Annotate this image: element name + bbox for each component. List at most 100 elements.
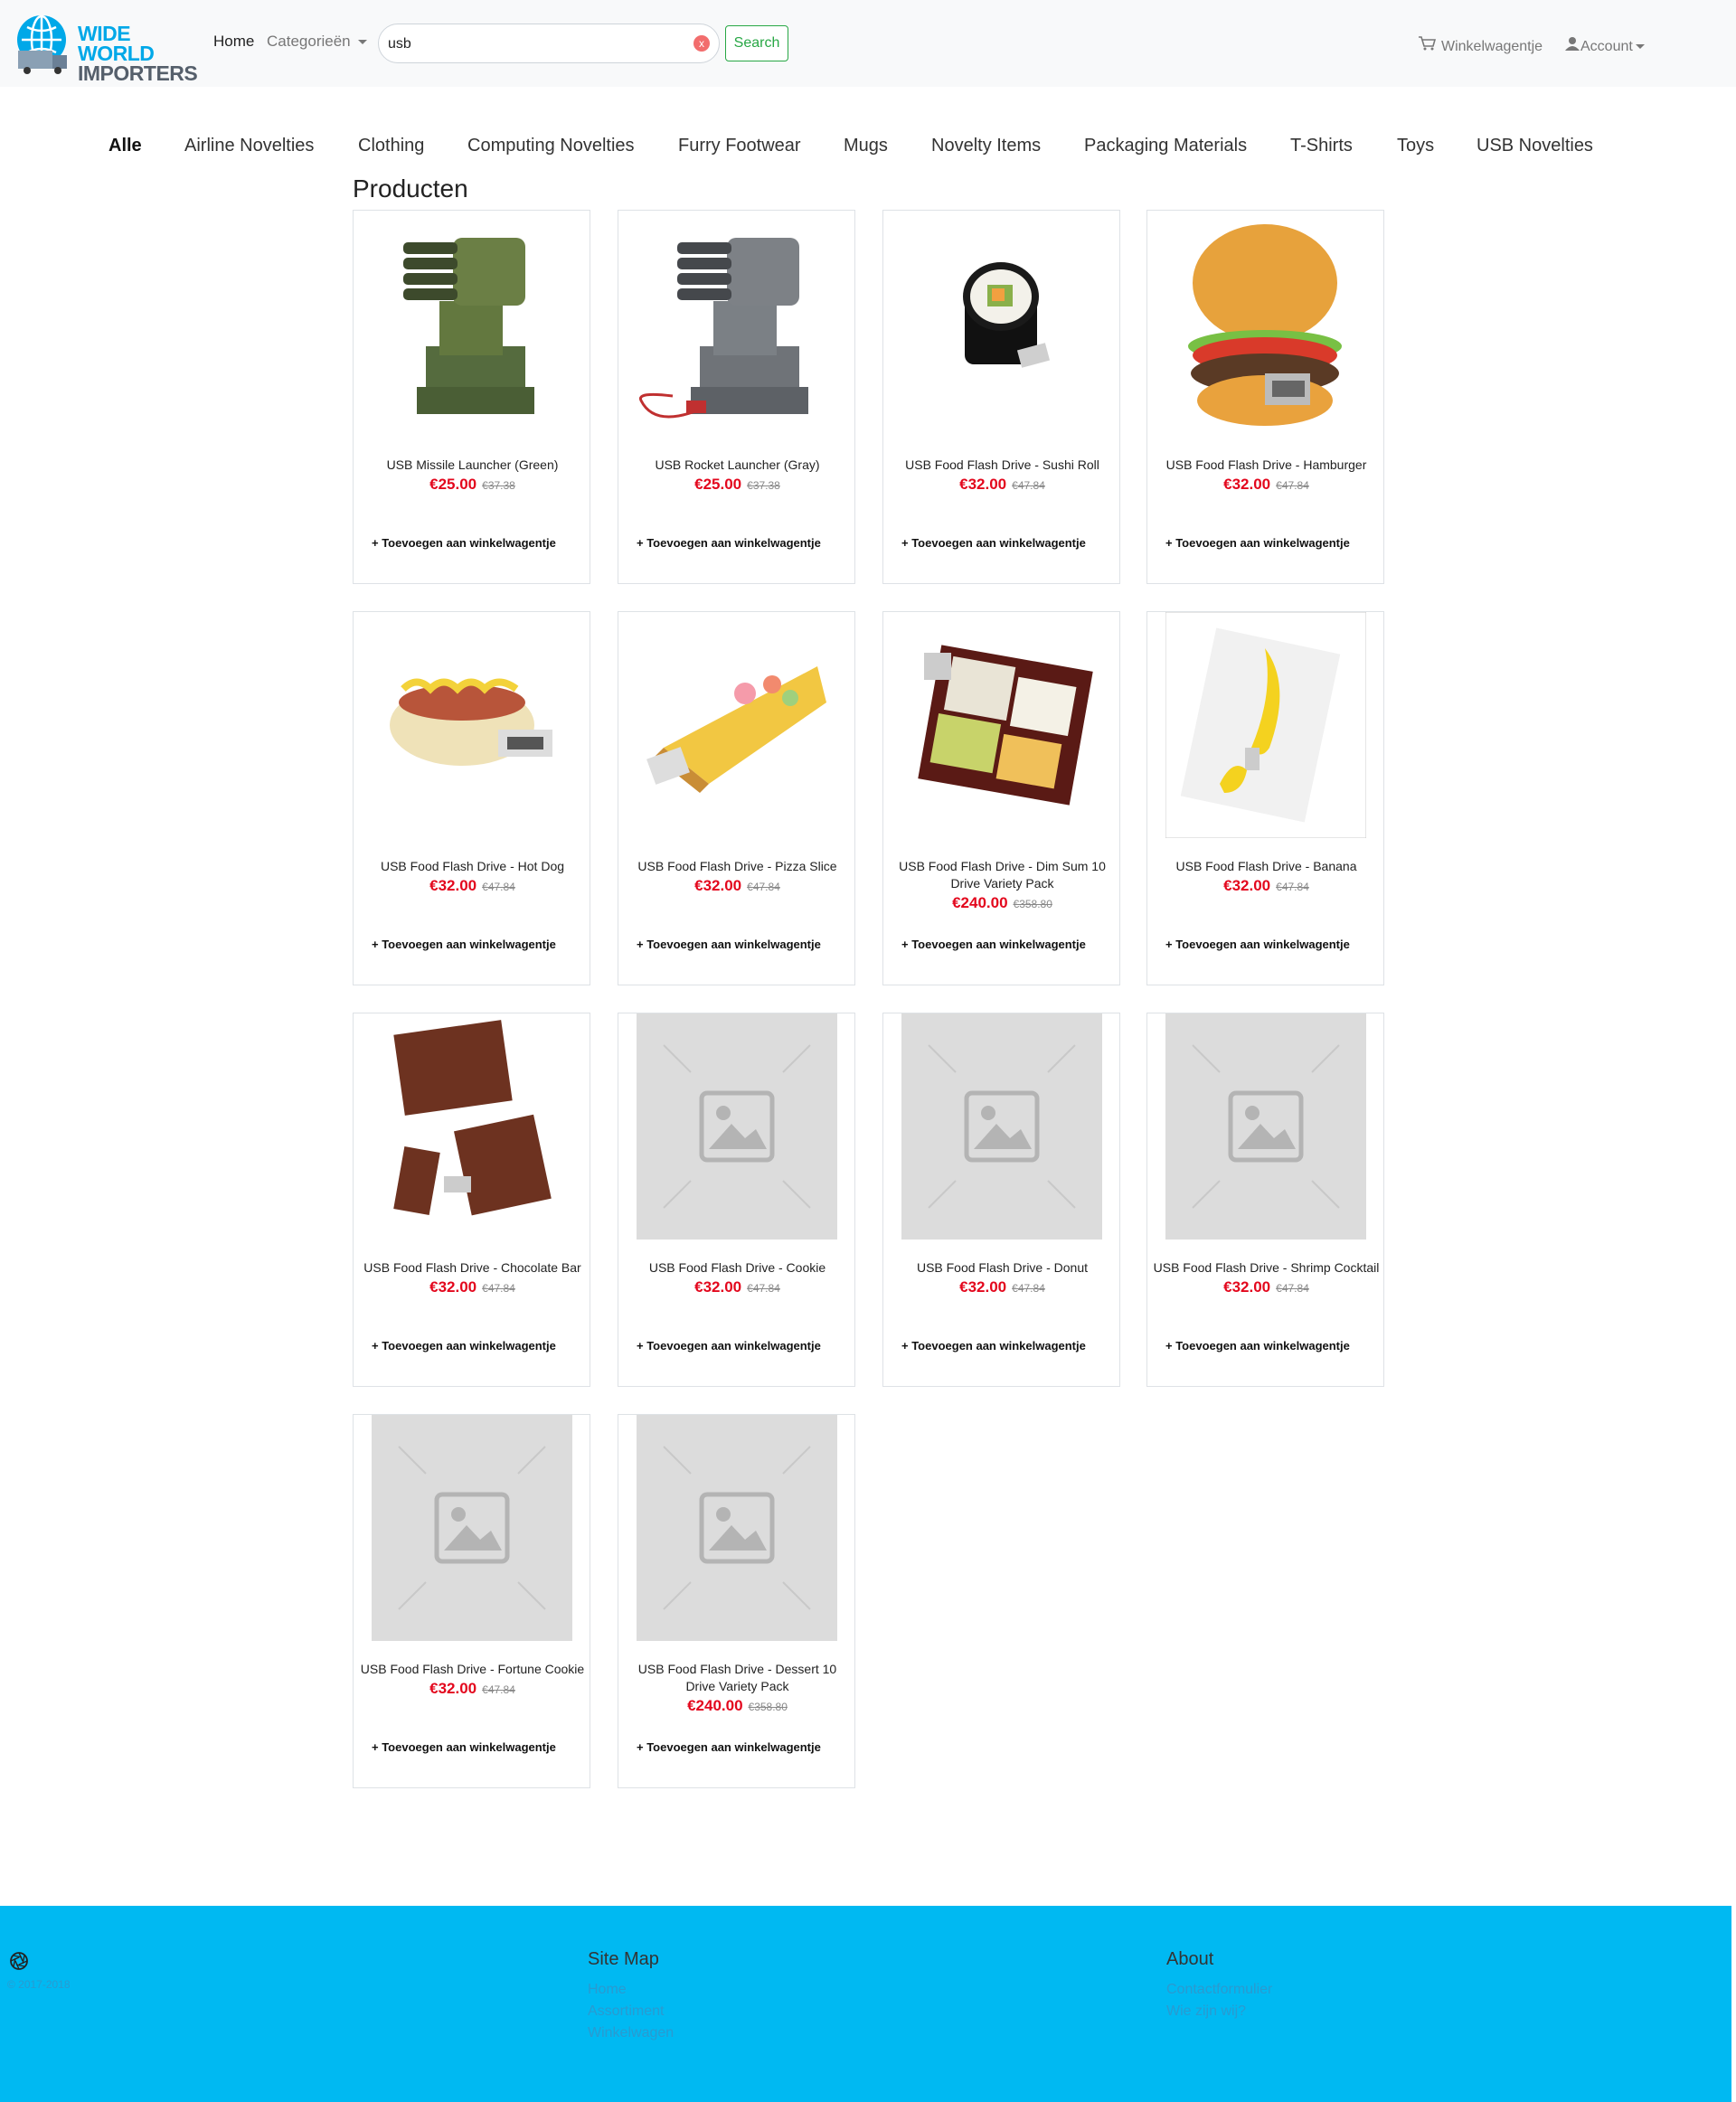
- footer-link-winkelwagen[interactable]: Winkelwagen: [588, 2022, 674, 2044]
- product-image[interactable]: [1165, 611, 1367, 839]
- tab-novelty-items[interactable]: Novelty Items: [931, 136, 1041, 156]
- image-placeholder-icon[interactable]: [637, 1013, 837, 1240]
- footer-link-home[interactable]: Home: [588, 1979, 674, 2001]
- product-image[interactable]: [637, 612, 837, 838]
- product-old-price: €47.84: [747, 881, 780, 893]
- product-name[interactable]: USB Food Flash Drive - Dessert 10 Drive …: [622, 1661, 853, 1695]
- logo-line-1: WIDE WORLD: [78, 22, 155, 65]
- product-name[interactable]: USB Food Flash Drive - Dim Sum 10 Drive …: [887, 858, 1118, 892]
- product-card[interactable]: USB Food Flash Drive - Chocolate Bar €32.…: [353, 1013, 590, 1387]
- tab-t-shirts[interactable]: T-Shirts: [1290, 136, 1353, 156]
- product-old-price: €47.84: [1012, 1282, 1045, 1295]
- product-name[interactable]: USB Food Flash Drive - Shrimp Cocktail: [1151, 1259, 1382, 1277]
- product-prices: €32.00 €47.84: [354, 1278, 591, 1296]
- image-placeholder-icon[interactable]: [637, 1415, 837, 1641]
- product-image[interactable]: [901, 612, 1102, 838]
- add-to-cart-button[interactable]: + Toevoegen aan winkelwagentje: [637, 1740, 821, 1754]
- product-card[interactable]: USB Missile Launcher (Green) €25.00 €37.38…: [353, 210, 590, 584]
- add-to-cart-button[interactable]: + Toevoegen aan winkelwagentje: [372, 1740, 556, 1754]
- product-name[interactable]: USB Food Flash Drive - Banana: [1151, 858, 1382, 875]
- tab-computing-novelties[interactable]: Computing Novelties: [467, 136, 635, 156]
- nav-categories-label: Categorieën: [267, 33, 351, 50]
- caret-down-icon: [357, 40, 367, 45]
- search-input[interactable]: [388, 33, 677, 56]
- product-prices: €25.00 €37.38: [618, 476, 856, 494]
- product-old-price: €47.84: [1276, 1282, 1309, 1295]
- add-to-cart-button[interactable]: + Toevoegen aan winkelwagentje: [1165, 536, 1350, 550]
- product-image[interactable]: [1165, 211, 1366, 437]
- product-old-price: €47.84: [1012, 479, 1045, 492]
- add-to-cart-button[interactable]: + Toevoegen aan winkelwagentje: [901, 938, 1086, 951]
- product-card[interactable]: USB Food Flash Drive - Hot Dog €32.00 €47.…: [353, 611, 590, 985]
- product-name[interactable]: USB Rocket Launcher (Gray): [622, 457, 853, 474]
- tab-mugs[interactable]: Mugs: [844, 136, 888, 156]
- account-dropdown[interactable]: Account: [1564, 36, 1645, 55]
- product-image[interactable]: [372, 1013, 572, 1240]
- footer-link-assortiment[interactable]: Assortiment: [588, 2001, 674, 2022]
- product-image[interactable]: [901, 211, 1102, 437]
- clear-search-icon[interactable]: x: [693, 35, 710, 52]
- cart-link[interactable]: Winkelwagentje: [1418, 36, 1543, 55]
- image-placeholder-icon[interactable]: [901, 1013, 1102, 1240]
- add-to-cart-button[interactable]: + Toevoegen aan winkelwagentje: [901, 1339, 1086, 1353]
- add-to-cart-button[interactable]: + Toevoegen aan winkelwagentje: [901, 536, 1086, 550]
- search-button[interactable]: Search: [725, 25, 788, 61]
- product-card[interactable]: USB Food Flash Drive - Donut €32.00 €47.84…: [882, 1013, 1120, 1387]
- product-name[interactable]: USB Missile Launcher (Green): [357, 457, 588, 474]
- product-name[interactable]: USB Food Flash Drive - Hamburger: [1151, 457, 1382, 474]
- product-card[interactable]: USB Food Flash Drive - Fortune Cookie €32…: [353, 1414, 590, 1788]
- product-price: €32.00: [429, 1278, 477, 1296]
- product-old-price: €37.38: [747, 479, 780, 492]
- tab-furry-footwear[interactable]: Furry Footwear: [678, 136, 801, 156]
- add-to-cart-button[interactable]: + Toevoegen aan winkelwagentje: [372, 1339, 556, 1353]
- image-placeholder-icon[interactable]: [1165, 1013, 1366, 1240]
- product-price: €32.00: [1223, 877, 1271, 894]
- footer-link-contactformulier[interactable]: Contactformulier: [1166, 1979, 1272, 2001]
- tab-usb-novelties[interactable]: USB Novelties: [1477, 136, 1593, 156]
- product-name[interactable]: USB Food Flash Drive - Sushi Roll: [887, 457, 1118, 474]
- product-card[interactable]: USB Rocket Launcher (Gray) €25.00 €37.38 + …: [618, 210, 855, 584]
- add-to-cart-button[interactable]: + Toevoegen aan winkelwagentje: [1165, 938, 1350, 951]
- product-price: €240.00: [952, 894, 1008, 911]
- tab-toys[interactable]: Toys: [1397, 136, 1434, 156]
- product-image[interactable]: [637, 211, 837, 437]
- nav-categories-dropdown[interactable]: Categorieën: [267, 33, 367, 51]
- product-name[interactable]: USB Food Flash Drive - Fortune Cookie: [357, 1661, 588, 1678]
- product-card[interactable]: USB Food Flash Drive - Sushi Roll €32.00 €…: [882, 210, 1120, 584]
- product-prices: €32.00 €47.84: [1147, 476, 1385, 494]
- product-card[interactable]: USB Food Flash Drive - Shrimp Cocktail €3…: [1146, 1013, 1384, 1387]
- tab-clothing[interactable]: Clothing: [358, 136, 424, 156]
- tab-packaging-materials[interactable]: Packaging Materials: [1084, 136, 1247, 156]
- product-name[interactable]: USB Food Flash Drive - Pizza Slice: [622, 858, 853, 875]
- product-card[interactable]: USB Food Flash Drive - Hamburger €32.00 €4…: [1146, 210, 1384, 584]
- add-to-cart-button[interactable]: + Toevoegen aan winkelwagentje: [372, 938, 556, 951]
- product-name[interactable]: USB Food Flash Drive - Hot Dog: [357, 858, 588, 875]
- product-card[interactable]: USB Food Flash Drive - Dessert 10 Drive …: [618, 1414, 855, 1788]
- add-to-cart-button[interactable]: + Toevoegen aan winkelwagentje: [637, 536, 821, 550]
- add-to-cart-button[interactable]: + Toevoegen aan winkelwagentje: [372, 536, 556, 550]
- add-to-cart-button[interactable]: + Toevoegen aan winkelwagentje: [1165, 1339, 1350, 1353]
- user-icon: [1565, 37, 1580, 51]
- product-image[interactable]: [372, 612, 572, 838]
- add-to-cart-button[interactable]: + Toevoegen aan winkelwagentje: [637, 1339, 821, 1353]
- product-image[interactable]: [372, 211, 572, 437]
- product-price: €32.00: [694, 877, 742, 894]
- footer-link-wie-zijn-wij[interactable]: Wie zijn wij?: [1166, 2001, 1272, 2022]
- image-placeholder-icon[interactable]: [372, 1415, 572, 1641]
- product-name[interactable]: USB Food Flash Drive - Donut: [887, 1259, 1118, 1277]
- tab-airline-novelties[interactable]: Airline Novelties: [184, 136, 314, 156]
- product-name[interactable]: USB Food Flash Drive - Cookie: [622, 1259, 853, 1277]
- product-card[interactable]: USB Food Flash Drive - Dim Sum 10 Drive …: [882, 611, 1120, 985]
- product-card[interactable]: USB Food Flash Drive - Pizza Slice €32.00…: [618, 611, 855, 985]
- nav-home-link[interactable]: Home: [213, 33, 254, 51]
- product-prices: €240.00 €358.80: [883, 894, 1121, 912]
- add-to-cart-button[interactable]: + Toevoegen aan winkelwagentje: [637, 938, 821, 951]
- product-prices: €32.00 €47.84: [1147, 877, 1385, 895]
- product-card[interactable]: USB Food Flash Drive - Cookie €32.00 €47.8…: [618, 1013, 855, 1387]
- product-card[interactable]: USB Food Flash Drive - Banana €32.00 €47.8…: [1146, 611, 1384, 985]
- tab-alle[interactable]: Alle: [108, 136, 142, 156]
- product-prices: €32.00 €47.84: [883, 1278, 1121, 1296]
- logo[interactable]: WIDE WORLD IMPORTERS: [14, 13, 198, 84]
- logo-text: WIDE WORLD IMPORTERS: [78, 22, 198, 84]
- product-name[interactable]: USB Food Flash Drive - Chocolate Bar: [357, 1259, 588, 1277]
